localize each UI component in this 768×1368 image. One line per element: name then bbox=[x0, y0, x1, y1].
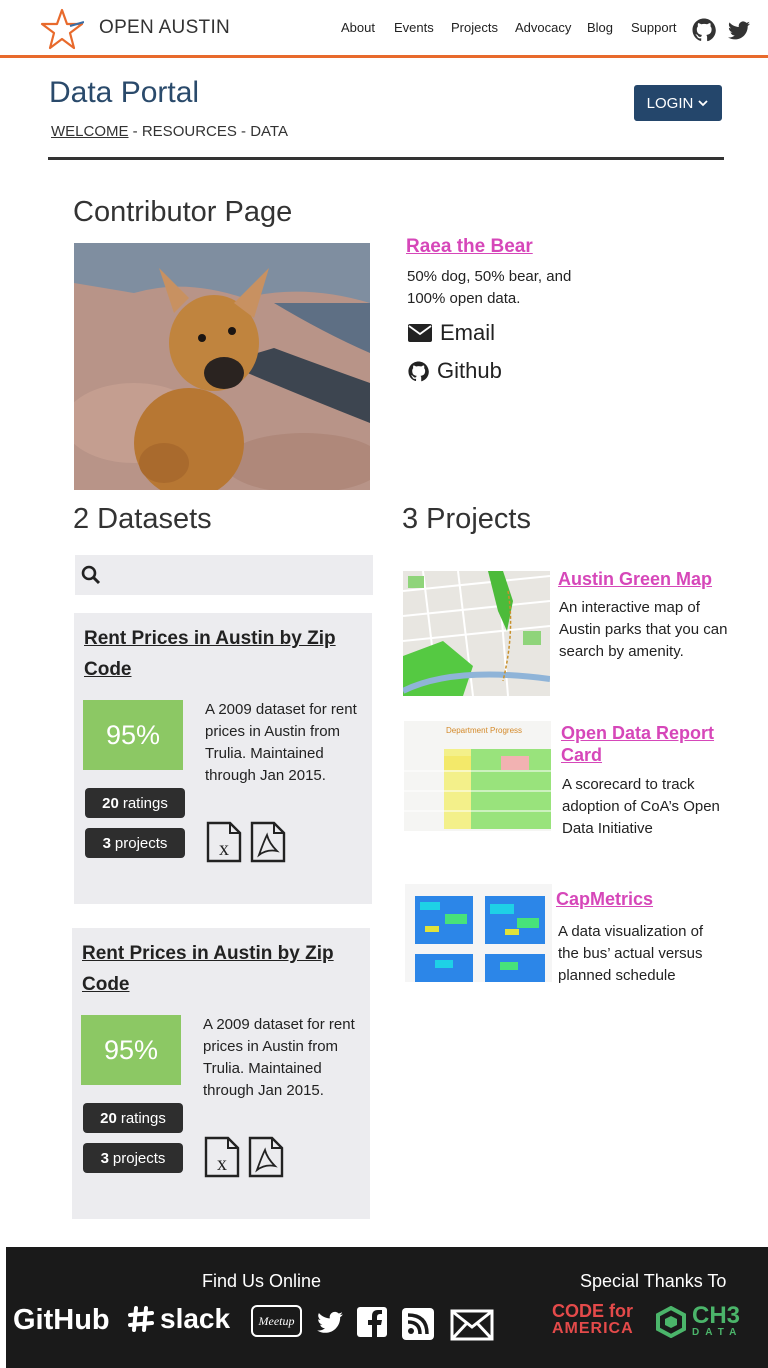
ratings-count: 20 bbox=[102, 794, 119, 812]
ratings-count: 20 bbox=[100, 1109, 117, 1127]
dataset-card: Rent Prices in Austin by Zip Code 95% 20… bbox=[74, 613, 372, 904]
nav-about[interactable]: About bbox=[341, 20, 375, 35]
ratings-badge[interactable]: 20 ratings bbox=[83, 1103, 183, 1133]
dataset-description: A 2009 dataset for rent prices in Austin… bbox=[203, 1016, 355, 1099]
ch3-line-1: CH3 bbox=[692, 1302, 741, 1329]
email-icon[interactable] bbox=[450, 1309, 494, 1341]
project-description: A data visualization of the bus’ actual … bbox=[558, 923, 704, 984]
slack-label: slack bbox=[160, 1303, 231, 1334]
excel-file-icon[interactable]: x bbox=[204, 1136, 240, 1178]
twitter-icon[interactable] bbox=[314, 1309, 346, 1337]
ratings-label: ratings bbox=[122, 794, 168, 812]
rss-icon[interactable] bbox=[402, 1308, 434, 1340]
project-description: A scorecard to track adoption of CoA’s O… bbox=[562, 776, 720, 837]
site-name[interactable]: OPEN AUSTIN bbox=[99, 17, 230, 39]
breadcrumb-rest: - RESOURCES - DATA bbox=[128, 123, 288, 140]
breadcrumb: WELCOME - RESOURCES - DATA bbox=[51, 123, 288, 140]
cfa-line-1: CODE for bbox=[552, 1301, 633, 1321]
pdf-file-icon[interactable] bbox=[250, 821, 286, 863]
slack-icon bbox=[128, 1306, 154, 1332]
header-divider bbox=[48, 157, 724, 160]
project-thumbnail-map[interactable] bbox=[403, 571, 550, 696]
excel-file-icon[interactable]: x bbox=[206, 821, 242, 863]
site-footer: Find Us Online Special Thanks To GitHub … bbox=[6, 1247, 768, 1368]
github-icon bbox=[408, 360, 429, 381]
code-for-america-logo[interactable]: CODE for AMERICA bbox=[552, 1301, 636, 1337]
footer-slack-link[interactable]: slack bbox=[126, 1303, 230, 1335]
top-navbar: OPEN AUSTIN About Events Projects Advoca… bbox=[0, 0, 768, 58]
github-link[interactable]: Github bbox=[408, 358, 502, 384]
ch3-data-logo[interactable]: CH3 DATA bbox=[656, 1302, 743, 1339]
nav-advocacy[interactable]: Advocacy bbox=[515, 20, 571, 35]
project-title-link[interactable]: CapMetrics bbox=[556, 888, 726, 910]
pdf-file-icon[interactable] bbox=[248, 1136, 284, 1178]
contributor-photo bbox=[74, 243, 370, 490]
envelope-icon bbox=[408, 324, 432, 342]
projects-badge[interactable]: 3 projects bbox=[83, 1143, 183, 1173]
open-austin-star-logo[interactable] bbox=[40, 8, 84, 50]
cfa-line-2: AMERICA bbox=[552, 1320, 634, 1337]
facebook-icon[interactable] bbox=[357, 1307, 387, 1337]
search-input[interactable] bbox=[101, 555, 373, 595]
twitter-icon[interactable] bbox=[727, 19, 751, 43]
projects-label: projects bbox=[112, 1149, 166, 1167]
projects-heading: 3 Projects bbox=[402, 503, 531, 535]
project-description: An interactive map of Austin parks that … bbox=[559, 599, 728, 660]
project-thumbnail-report-card[interactable]: Department Progress bbox=[404, 721, 551, 831]
dataset-title-link[interactable]: Rent Prices in Austin by Zip Code bbox=[82, 938, 352, 1000]
projects-count: 3 bbox=[100, 1149, 109, 1167]
nav-projects[interactable]: Projects bbox=[451, 20, 498, 35]
contributor-heading: Contributor Page bbox=[73, 196, 293, 228]
project-thumbnail-heatmap[interactable] bbox=[405, 884, 552, 982]
nav-blog[interactable]: Blog bbox=[587, 20, 613, 35]
chevron-down-icon bbox=[698, 100, 708, 107]
contributor-name-link[interactable]: Raea the Bear bbox=[406, 236, 533, 258]
contributor-bio: 50% dog, 50% bear, and 100% open data. bbox=[407, 268, 572, 307]
dataset-card: Rent Prices in Austin by Zip Code 95% 20… bbox=[72, 928, 370, 1219]
login-button[interactable]: LOGIN bbox=[634, 85, 722, 121]
nav-events[interactable]: Events bbox=[394, 20, 434, 35]
thanks-heading: Special Thanks To bbox=[580, 1271, 727, 1291]
search-icon bbox=[81, 565, 101, 585]
dataset-score-badge: 95% bbox=[81, 1015, 181, 1085]
login-label: LOGIN bbox=[646, 94, 694, 112]
svg-text:x: x bbox=[217, 1153, 227, 1175]
projects-badge[interactable]: 3 projects bbox=[85, 828, 185, 858]
project-title-link[interactable]: Open Data Report Card bbox=[561, 722, 731, 766]
github-label: Github bbox=[437, 358, 502, 383]
svg-text:x: x bbox=[219, 838, 229, 860]
footer-meetup-link[interactable]: Meetup bbox=[251, 1305, 302, 1337]
dataset-search bbox=[75, 555, 373, 595]
breadcrumb-welcome[interactable]: WELCOME bbox=[51, 123, 129, 140]
projects-label: projects bbox=[114, 834, 168, 852]
projects-count: 3 bbox=[102, 834, 111, 852]
ratings-label: ratings bbox=[120, 1109, 166, 1127]
ratings-badge[interactable]: 20 ratings bbox=[85, 788, 185, 818]
hexagon-icon bbox=[656, 1306, 686, 1338]
thumb-heading: Department Progress bbox=[446, 726, 522, 735]
datasets-heading: 2 Datasets bbox=[73, 503, 212, 535]
find-us-heading: Find Us Online bbox=[202, 1271, 322, 1291]
email-link[interactable]: Email bbox=[408, 320, 495, 346]
github-icon[interactable] bbox=[692, 18, 716, 42]
dataset-title-link[interactable]: Rent Prices in Austin by Zip Code bbox=[84, 623, 354, 685]
page-title: Data Portal bbox=[49, 76, 200, 109]
dataset-score-badge: 95% bbox=[83, 700, 183, 770]
nav-support[interactable]: Support bbox=[631, 20, 677, 35]
footer-github-link[interactable]: GitHub bbox=[13, 1304, 110, 1337]
project-title-link[interactable]: Austin Green Map bbox=[558, 568, 728, 590]
ch3-line-2: DATA bbox=[692, 1327, 743, 1338]
dataset-description: A 2009 dataset for rent prices in Austin… bbox=[205, 701, 357, 784]
email-label: Email bbox=[440, 320, 496, 345]
